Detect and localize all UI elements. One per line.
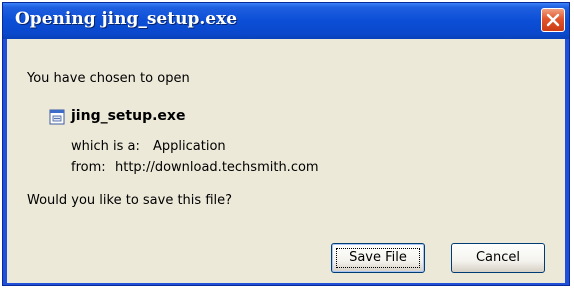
save-file-label: Save File [349,250,407,265]
file-type-value: Application [153,139,226,154]
file-source-url: http://download.techsmith.com [115,160,319,175]
cancel-button[interactable]: Cancel [451,243,545,273]
application-file-icon [49,109,65,125]
save-file-button[interactable]: Save File [331,243,425,273]
dialog-body: You have chosen to open jing_setup.exe w… [7,39,565,283]
title-bar[interactable]: Opening jing_setup.exe [3,3,569,39]
file-type-label: which is a: [71,139,140,154]
close-icon [546,13,560,27]
download-dialog-window: Opening jing_setup.exe You have chosen t… [2,2,570,286]
save-question: Would you like to save this file? [27,193,233,208]
file-name: jing_setup.exe [71,108,186,124]
close-button[interactable] [541,8,565,32]
window-title: Opening jing_setup.exe [15,9,238,29]
cancel-label: Cancel [475,250,521,265]
file-source-label: from: [71,160,106,175]
intro-text: You have chosen to open [27,71,190,86]
